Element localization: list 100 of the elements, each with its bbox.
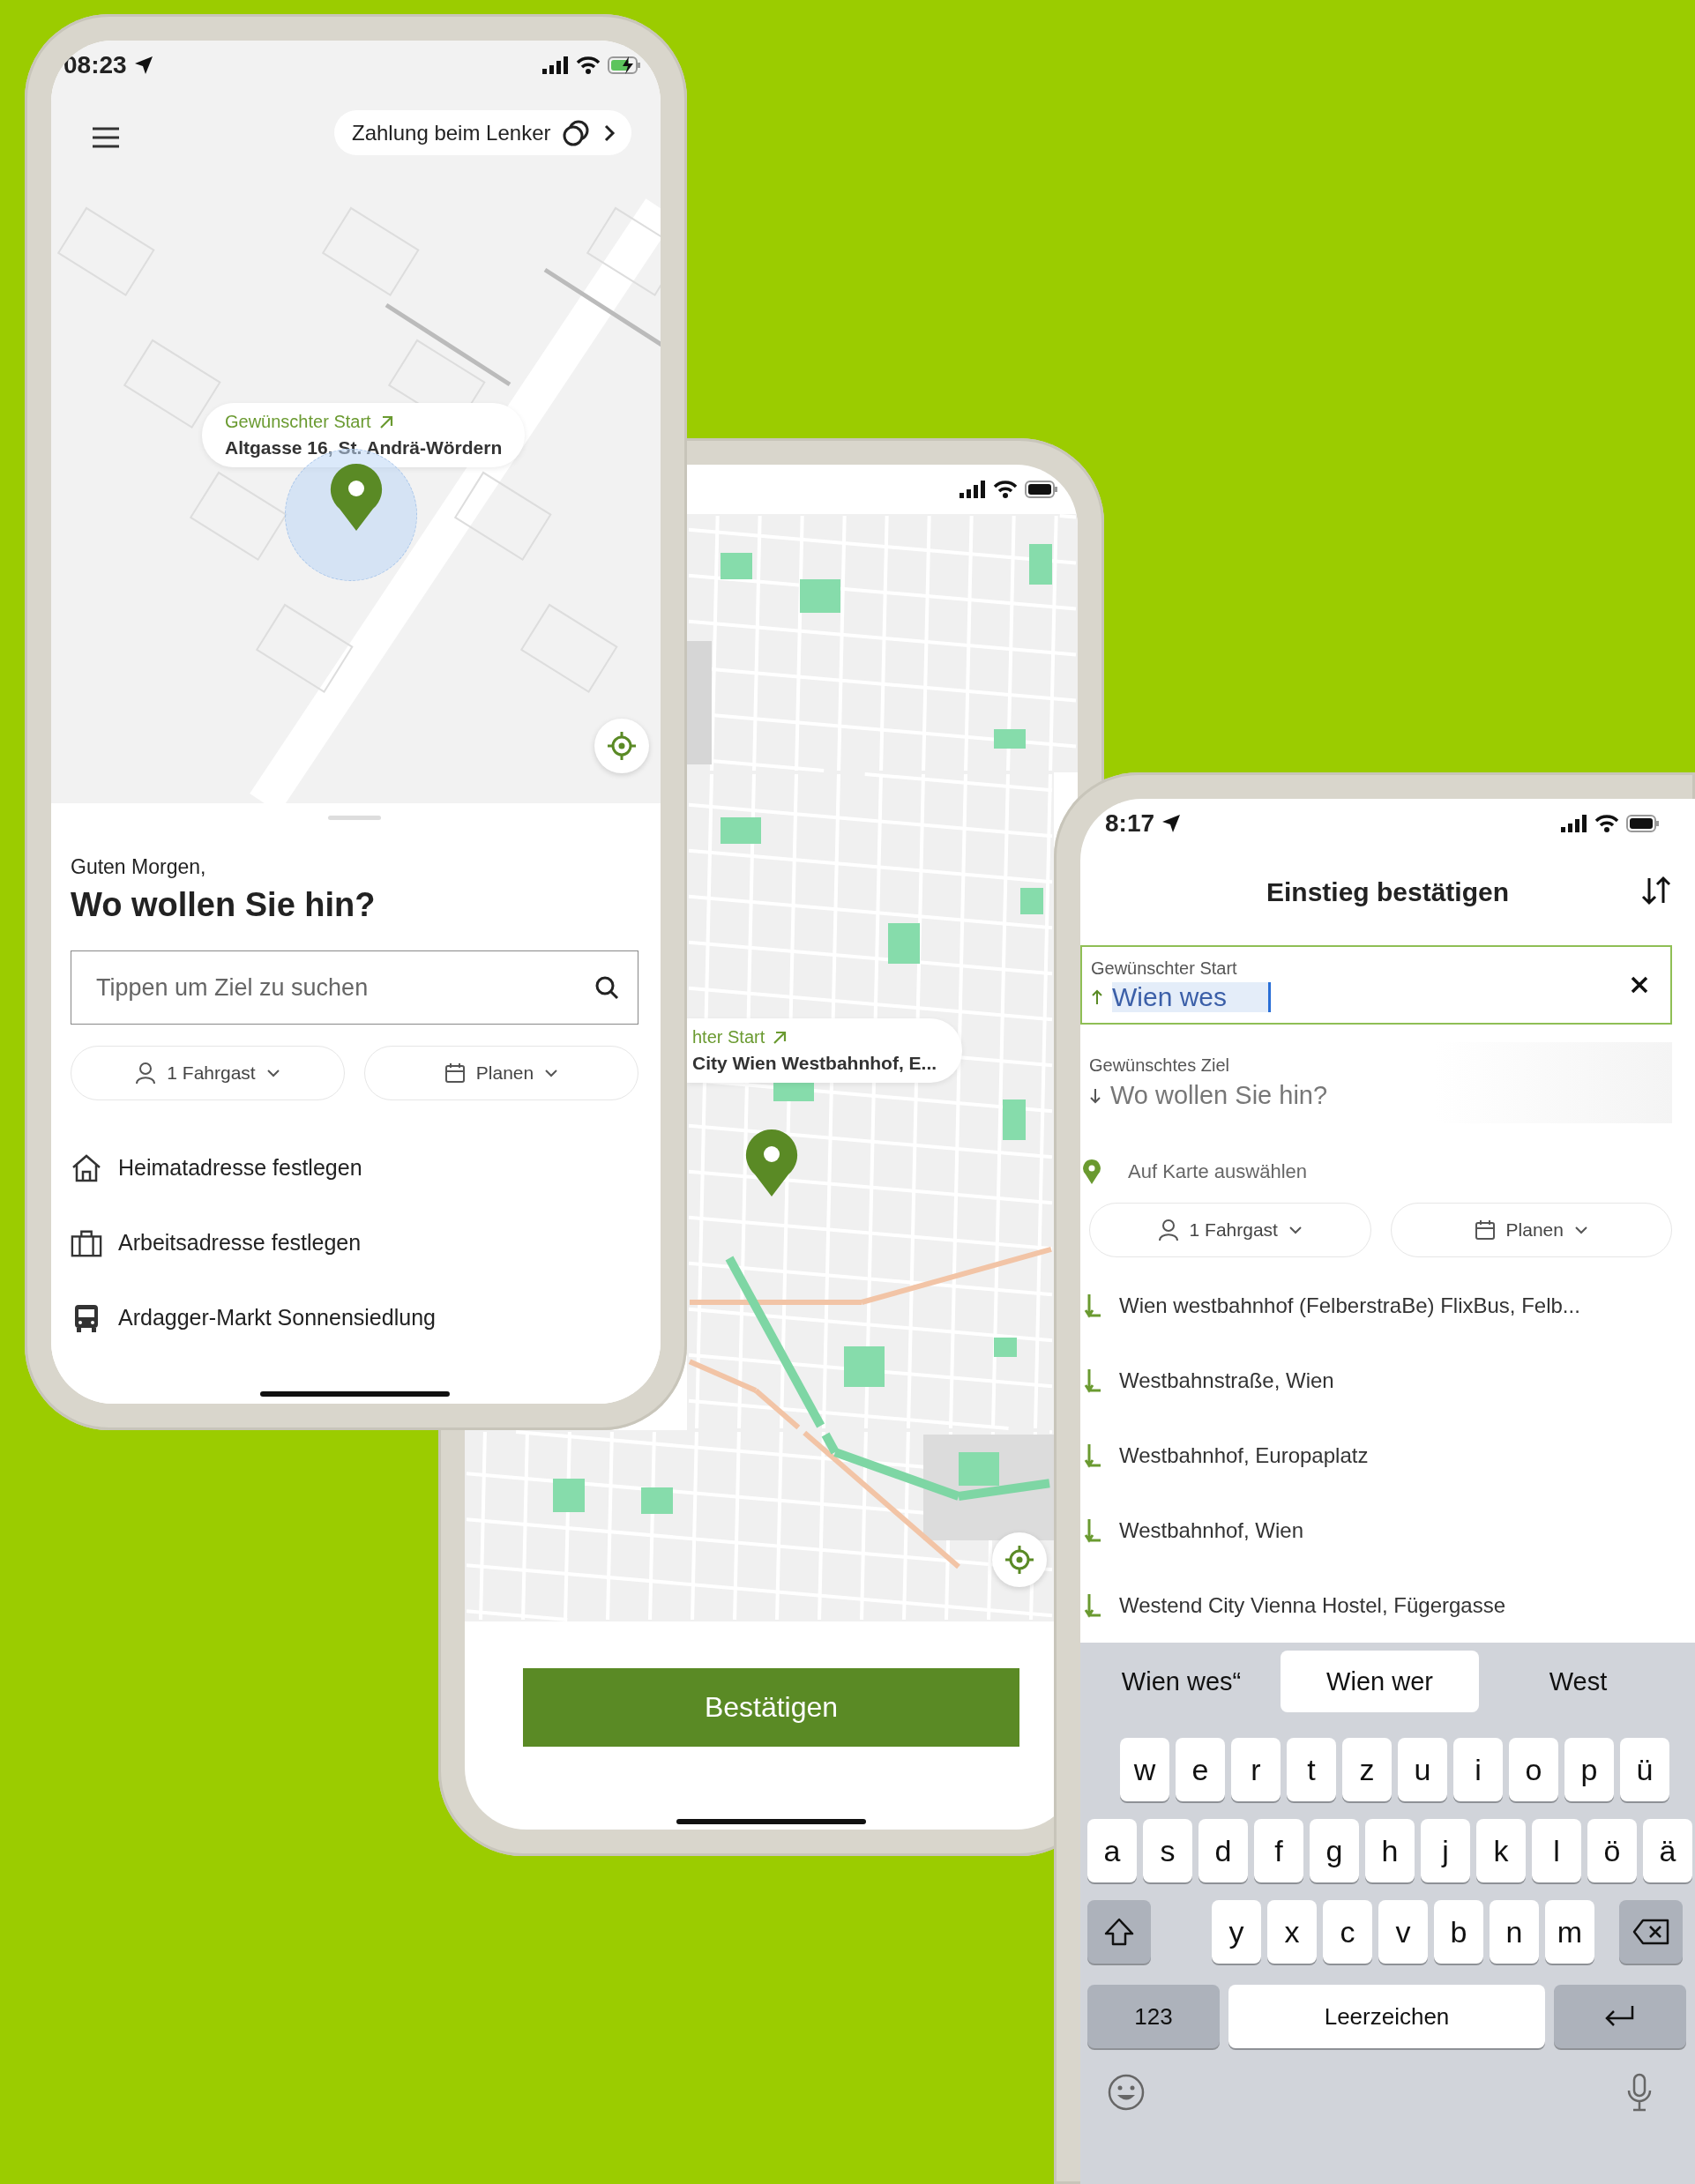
status-time: 08:23 <box>63 51 127 79</box>
arrow-down-icon <box>1084 1442 1101 1468</box>
prediction-item[interactable]: Wien wer <box>1281 1651 1479 1712</box>
suggestion-item[interactable]: Westbahnhof, Wien <box>1080 1493 1695 1568</box>
signal-icon <box>1561 815 1587 832</box>
shortcut-item[interactable]: Arbeitsadresse festlegen <box>71 1205 638 1280</box>
status-time: 8:17 <box>1105 809 1155 838</box>
callout-label: hter Start <box>692 1027 765 1047</box>
map-pin-icon <box>329 462 384 533</box>
wifi-icon <box>1594 815 1619 832</box>
prediction-item[interactable]: West <box>1479 1651 1677 1712</box>
microphone-icon[interactable] <box>1626 2073 1653 2112</box>
callout-address: Altgasse 16, St. Andrä-Wördern <box>225 437 503 458</box>
arrow-down-icon <box>1084 1293 1101 1318</box>
keyboard-key[interactable]: i <box>1453 1738 1503 1801</box>
house-icon <box>71 1152 102 1183</box>
backspace-icon <box>1632 1919 1669 1945</box>
heading: Wo wollen Sie hin? <box>71 886 377 924</box>
confirm-button[interactable]: Bestätigen <box>523 1668 1019 1747</box>
location-arrow-icon <box>133 56 153 75</box>
plan-button[interactable]: Planen <box>364 1046 638 1100</box>
keyboard-key[interactable]: w <box>1120 1738 1169 1801</box>
text-input[interactable]: Wo wollen Sie hin? <box>1110 1081 1498 1110</box>
sheet-handle[interactable] <box>328 816 381 820</box>
arrow-down-icon <box>1084 1368 1101 1393</box>
keyboard-key[interactable]: v <box>1378 1900 1428 1964</box>
keyboard-key[interactable]: ü <box>1620 1738 1669 1801</box>
keyboard-key[interactable]: o <box>1509 1738 1558 1801</box>
calendar-icon <box>444 1062 466 1084</box>
suggestion-item[interactable]: Westend City Vienna Hostel, Fügergasse <box>1080 1568 1695 1643</box>
search-field[interactable]: Tippen um Ziel zu suchen <box>71 950 638 1025</box>
map-pin-icon <box>744 1128 799 1198</box>
plan-button[interactable]: Planen <box>1390 1203 1672 1257</box>
keyboard-key[interactable]: ö <box>1587 1819 1637 1882</box>
shift-key[interactable] <box>1087 1900 1151 1964</box>
clear-button[interactable] <box>1630 975 1649 995</box>
arrow-down-icon <box>1084 1517 1101 1543</box>
arrow-icon <box>772 1029 788 1046</box>
keyboard-key[interactable]: z <box>1342 1738 1392 1801</box>
number-key[interactable]: 123 <box>1087 1985 1220 2048</box>
arrow-down-icon <box>1089 1087 1101 1104</box>
person-icon <box>135 1062 157 1085</box>
greeting: Guten Morgen, <box>71 855 207 879</box>
pickup-callout[interactable]: hter Start City Wien Westbahnhof, E... <box>687 1018 962 1083</box>
prediction-item[interactable]: Wien wes“ <box>1082 1651 1281 1712</box>
arrow-up-icon <box>1091 988 1103 1005</box>
passenger-button[interactable]: 1 Fahrgast <box>71 1046 345 1100</box>
arrow-down-icon <box>1084 1592 1101 1618</box>
keyboard-key[interactable]: d <box>1198 1819 1248 1882</box>
text-input[interactable]: Wien wes <box>1112 981 1268 1012</box>
keyboard-key[interactable]: u <box>1398 1738 1447 1801</box>
caret-icon <box>544 1069 559 1077</box>
signal-icon <box>960 481 986 498</box>
wifi-icon <box>993 481 1018 498</box>
keyboard-key[interactable]: m <box>1545 1900 1594 1964</box>
signal-icon <box>542 56 569 74</box>
keyboard-key[interactable]: e <box>1176 1738 1225 1801</box>
keyboard-key[interactable]: n <box>1490 1900 1539 1964</box>
keyboard-key[interactable]: g <box>1310 1819 1359 1882</box>
keyboard-key[interactable]: k <box>1476 1819 1526 1882</box>
keyboard-key[interactable]: f <box>1254 1819 1303 1882</box>
keyboard-key[interactable]: y <box>1212 1900 1261 1964</box>
keyboard-key[interactable]: ä <box>1643 1819 1692 1882</box>
menu-icon[interactable] <box>91 126 121 149</box>
keyboard-key[interactable]: l <box>1532 1819 1581 1882</box>
keyboard-key[interactable]: p <box>1564 1738 1614 1801</box>
keyboard-key[interactable]: r <box>1231 1738 1281 1801</box>
keyboard-key[interactable]: s <box>1143 1819 1192 1882</box>
shortcut-item[interactable]: Ardagger-Markt Sonnensiedlung <box>71 1280 638 1355</box>
keyboard-key[interactable]: a <box>1087 1819 1137 1882</box>
start-field[interactable]: Gewünschter Start Wien wes <box>1080 945 1672 1025</box>
search-icon <box>594 975 619 1000</box>
shortcut-item[interactable]: Heimatadresse festlegen <box>71 1130 638 1205</box>
wifi-icon <box>576 56 601 74</box>
keyboard-key[interactable]: c <box>1323 1900 1372 1964</box>
keyboard-key[interactable]: j <box>1421 1819 1470 1882</box>
keyboard-key[interactable]: h <box>1365 1819 1415 1882</box>
caret-icon <box>1573 1226 1588 1234</box>
suggestion-item[interactable]: Westbahnstraße, Wien <box>1080 1343 1695 1418</box>
emoji-icon[interactable] <box>1107 2073 1146 2112</box>
suggestion-item[interactable]: Wien westbahnhof (FelberstraBe) FlixBus, Felb... <box>1080 1268 1695 1343</box>
pickup-callout[interactable]: Gewünschter Start Altgasse 16, St. Andrä-Wördern <box>202 403 526 467</box>
location-arrow-icon <box>1161 814 1182 833</box>
crosshair-icon <box>607 731 637 761</box>
space-key[interactable]: Leerzeichen <box>1228 1985 1545 2048</box>
map-pick-item[interactable]: Auf Karte auswählen <box>1080 1141 1695 1203</box>
keyboard-key[interactable]: b <box>1434 1900 1483 1964</box>
keyboard-key[interactable]: x <box>1267 1900 1317 1964</box>
swap-button[interactable] <box>1640 875 1672 906</box>
callout-label: Gewünschter Start <box>225 412 371 432</box>
callout-address: City Wien Westbahnhof, E... <box>692 1053 938 1074</box>
screen-title: Einstieg bestätigen <box>1266 877 1510 907</box>
calendar-icon <box>1474 1219 1496 1241</box>
caret-icon <box>1288 1226 1303 1234</box>
payment-button[interactable]: Zahlung beim Lenker <box>334 110 632 155</box>
keyboard-key[interactable]: t <box>1287 1738 1336 1801</box>
caret-icon <box>265 1069 280 1077</box>
backspace-key[interactable] <box>1619 1900 1683 1964</box>
passenger-button[interactable]: 1 Fahrgast <box>1089 1203 1371 1257</box>
suggestion-item[interactable]: Westbahnhof, Europaplatz <box>1080 1418 1695 1493</box>
